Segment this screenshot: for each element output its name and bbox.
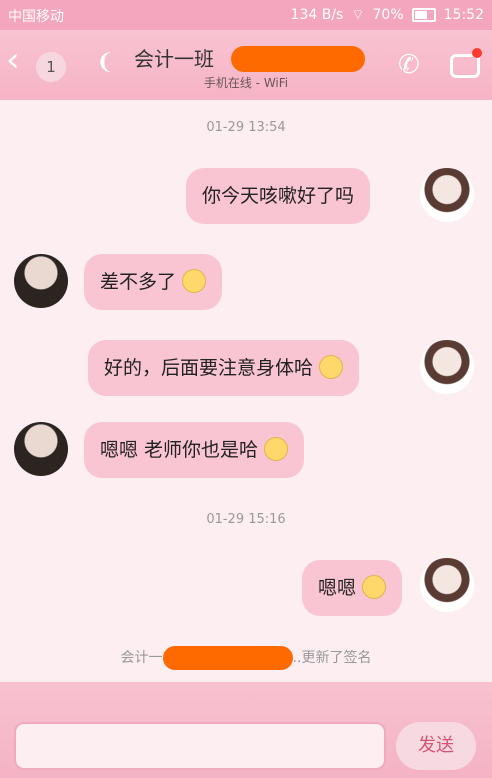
status-bar: 中国移动 134 B/s ⌔ 70% 15:52 <box>0 0 492 30</box>
message-bubble-sent[interactable]: 你今天咳嗽好了吗 <box>186 168 371 224</box>
chat-settings-icon[interactable] <box>448 48 482 80</box>
message-text: 嗯嗯 老师你也是哈 <box>100 439 259 461</box>
signature-update-notice: 会计一 ..更新了签名 <box>0 646 492 670</box>
redacted-name <box>162 646 293 670</box>
send-button[interactable]: 发送 <box>396 722 476 770</box>
smile-emoji-icon <box>182 268 207 293</box>
message-list[interactable]: 01-29 13:54 你今天咳嗽好了吗 差不多了 好的，后面要注意身体哈 嗯嗯… <box>0 100 492 682</box>
phone-icon[interactable]: ✆ <box>398 50 428 80</box>
my-avatar[interactable] <box>420 558 474 612</box>
chat-header: ‹ 1 ❨ 会计一班 手机在线 - WiFi ✆ <box>0 30 492 100</box>
message-bubble-received[interactable]: 嗯嗯 老师你也是哈 <box>84 422 305 478</box>
message-text: 差不多了 <box>100 271 177 293</box>
chevron-left-icon[interactable]: ‹ <box>6 42 30 78</box>
contact-avatar[interactable] <box>14 422 68 476</box>
message-text: 嗯嗯 <box>318 577 357 599</box>
contact-avatar[interactable] <box>14 254 68 308</box>
notice-prefix: 会计一 <box>120 650 163 666</box>
smile-emoji-icon <box>264 436 289 461</box>
redacted-name <box>231 46 365 72</box>
my-avatar[interactable] <box>420 340 474 394</box>
notice-suffix: ..更新了签名 <box>292 650 372 666</box>
carrier-label: 中国移动 <box>8 9 64 25</box>
smile-emoji-icon <box>319 354 344 379</box>
wifi-icon: ⌔ <box>351 7 365 23</box>
ear-icon[interactable]: ❨ <box>96 50 114 76</box>
message-bubble-sent[interactable]: 好的，后面要注意身体哈 <box>88 340 360 396</box>
chat-title: 会计一班 <box>134 47 214 71</box>
input-bar: 发送 <box>0 682 492 778</box>
battery-icon <box>411 8 436 22</box>
status-time: 15:52 <box>443 7 484 23</box>
network-speed: 134 B/s <box>290 7 344 23</box>
message-text: 好的，后面要注意身体哈 <box>104 357 314 379</box>
status-right: 134 B/s ⌔ 70% 15:52 <box>291 6 484 24</box>
message-bubble-sent[interactable]: 嗯嗯 <box>302 560 403 616</box>
message-bubble-received[interactable]: 差不多了 <box>84 254 223 310</box>
message-input[interactable] <box>14 722 386 770</box>
my-avatar[interactable] <box>420 168 474 222</box>
timestamp: 01-29 13:54 <box>206 120 286 135</box>
battery-percent: 70% <box>372 7 404 23</box>
smile-emoji-icon <box>362 574 387 599</box>
timestamp: 01-29 15:16 <box>206 512 286 527</box>
notification-dot <box>472 48 482 58</box>
